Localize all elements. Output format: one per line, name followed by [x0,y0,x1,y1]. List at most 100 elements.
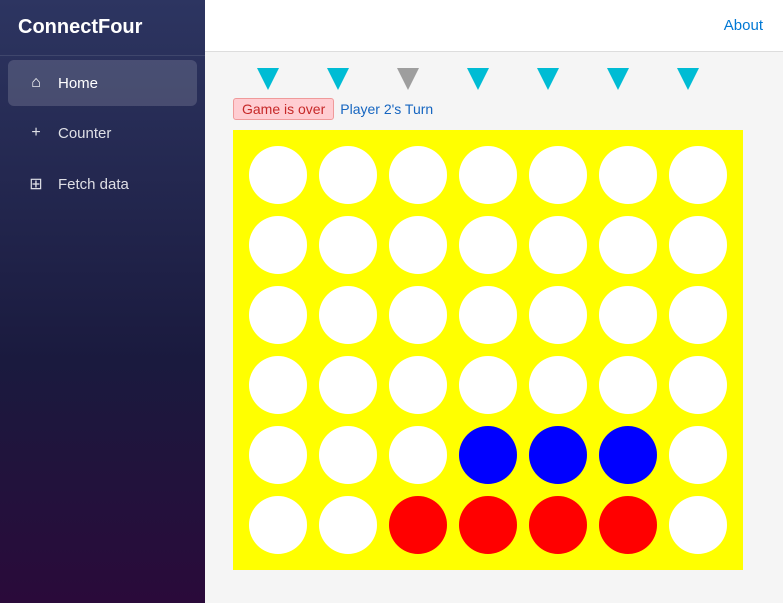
disc-blue [529,426,587,484]
disc-empty [389,356,447,414]
board-cell[interactable] [383,140,453,210]
column-arrows-row [233,68,763,90]
board-cell[interactable] [453,210,523,280]
disc-empty [529,286,587,344]
board-cell[interactable] [593,490,663,560]
sidebar-item-counter[interactable]: + Counter [8,110,197,156]
arrow-shape-icon [537,68,559,90]
board-cell[interactable] [243,490,313,560]
arrow-shape-icon [467,68,489,90]
disc-empty [599,356,657,414]
col-arrow-1[interactable] [303,68,373,90]
board-cell[interactable] [663,210,733,280]
topbar: About [205,0,783,52]
board-cell[interactable] [593,350,663,420]
board-cell[interactable] [593,280,663,350]
board-cell[interactable] [243,210,313,280]
home-icon: ⌂ [26,74,46,92]
board-cell[interactable] [663,350,733,420]
disc-empty [389,146,447,204]
disc-empty [669,216,727,274]
board-cell[interactable] [453,420,523,490]
disc-red [529,496,587,554]
board-cell[interactable] [383,350,453,420]
disc-empty [459,286,517,344]
board-cell[interactable] [383,210,453,280]
col-arrow-4[interactable] [513,68,583,90]
game-board-container [233,130,743,570]
disc-empty [669,426,727,484]
board-cell[interactable] [313,280,383,350]
board-cell[interactable] [383,420,453,490]
board-cell[interactable] [453,140,523,210]
disc-empty [319,496,377,554]
board-cell[interactable] [593,210,663,280]
disc-empty [249,146,307,204]
board-cell[interactable] [453,350,523,420]
board-cell[interactable] [243,350,313,420]
status-bar: Game is over Player 2's Turn [233,98,763,120]
board-cell[interactable] [313,490,383,560]
board-cell[interactable] [523,210,593,280]
disc-empty [389,426,447,484]
arrow-shape-icon [397,68,419,90]
board-cell[interactable] [663,140,733,210]
arrow-shape-icon [257,68,279,90]
disc-red [459,496,517,554]
board-cell[interactable] [383,280,453,350]
disc-empty [459,356,517,414]
disc-empty [669,146,727,204]
board-grid [243,140,733,560]
col-arrow-2[interactable] [373,68,443,90]
sidebar-item-fetch-data[interactable]: ⊞ Fetch data [8,160,197,208]
board-cell[interactable] [593,140,663,210]
col-arrow-5[interactable] [583,68,653,90]
sidebar-nav: ⌂ Home + Counter ⊞ Fetch data [0,56,205,212]
disc-empty [249,286,307,344]
turn-text: Player 2's Turn [340,101,433,117]
disc-empty [319,426,377,484]
disc-empty [249,356,307,414]
sidebar: ConnectFour ⌂ Home + Counter ⊞ Fetch dat… [0,0,205,603]
disc-empty [669,356,727,414]
game-over-badge: Game is over [233,98,334,120]
board-cell[interactable] [663,420,733,490]
board-cell[interactable] [243,140,313,210]
col-arrow-0[interactable] [233,68,303,90]
col-arrow-3[interactable] [443,68,513,90]
disc-empty [599,216,657,274]
disc-empty [249,216,307,274]
board-cell[interactable] [453,490,523,560]
disc-blue [459,426,517,484]
board-cell[interactable] [523,280,593,350]
board-cell[interactable] [313,350,383,420]
disc-empty [529,216,587,274]
disc-empty [459,216,517,274]
content-area: Game is over Player 2's Turn [205,52,783,603]
board-cell[interactable] [523,420,593,490]
board-cell[interactable] [663,280,733,350]
disc-empty [389,286,447,344]
board-cell[interactable] [383,490,453,560]
board-cell[interactable] [663,490,733,560]
about-link[interactable]: About [724,17,763,34]
board-cell[interactable] [313,140,383,210]
board-cell[interactable] [523,350,593,420]
app-title: ConnectFour [0,0,205,56]
board-cell[interactable] [593,420,663,490]
board-cell[interactable] [523,490,593,560]
arrow-shape-icon [607,68,629,90]
board-cell[interactable] [313,420,383,490]
board-cell[interactable] [243,280,313,350]
board-cell[interactable] [453,280,523,350]
disc-empty [319,146,377,204]
disc-red [599,496,657,554]
sidebar-item-label: Fetch data [58,176,129,193]
col-arrow-6[interactable] [653,68,723,90]
arrow-shape-icon [327,68,349,90]
board-cell[interactable] [243,420,313,490]
sidebar-item-home[interactable]: ⌂ Home [8,60,197,106]
disc-empty [249,496,307,554]
board-cell[interactable] [313,210,383,280]
board-cell[interactable] [523,140,593,210]
